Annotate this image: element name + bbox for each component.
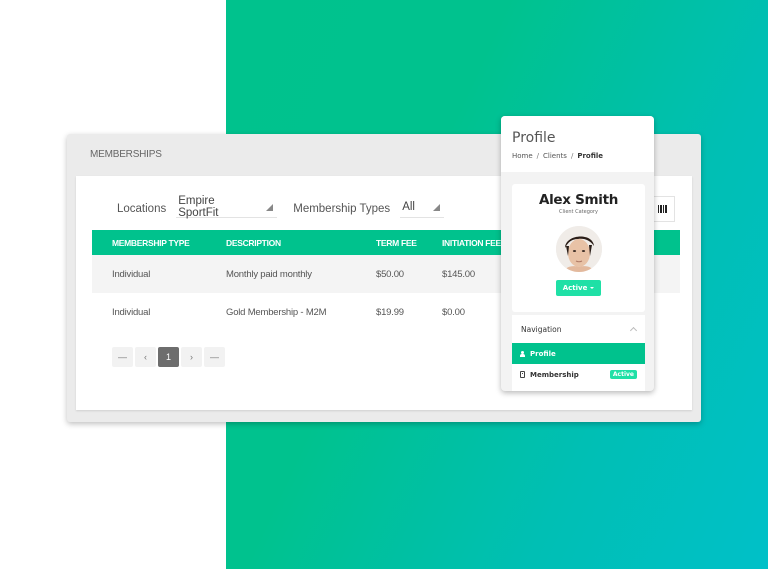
breadcrumb-separator: /	[536, 152, 540, 160]
breadcrumb-current: Profile	[577, 152, 604, 160]
cell-type: Individual	[92, 255, 206, 293]
locations-select[interactable]: Empire SportFit	[176, 195, 278, 219]
navigation-header[interactable]: Navigation	[512, 315, 645, 343]
caret-down-icon	[590, 287, 595, 289]
breadcrumb-separator: /	[570, 152, 574, 160]
breadcrumb-clients[interactable]: Clients	[543, 152, 567, 160]
profile-title: Profile	[512, 130, 556, 146]
id-card-icon	[520, 371, 525, 378]
prev-page-button[interactable]: ‹	[135, 347, 156, 367]
client-name: Alex Smith	[538, 192, 619, 208]
profile-header: Profile Home / Clients / Profile	[501, 116, 654, 172]
client-card: Alex Smith Client Category Active	[512, 184, 645, 312]
status-dropdown-button[interactable]: Active	[555, 280, 602, 296]
person-icon	[520, 350, 525, 357]
nav-item-label: Profile	[530, 349, 556, 358]
header-term-fee[interactable]: TERM FEE	[356, 230, 422, 255]
membership-types-value: All	[402, 201, 415, 213]
pagination: — ‹ 1 › —	[112, 347, 225, 367]
chevron-up-icon[interactable]	[629, 326, 638, 335]
locations-label: Locations	[117, 203, 167, 215]
cell-description: Monthly paid monthly	[206, 255, 356, 293]
cell-term-fee: $19.99	[376, 306, 404, 318]
cell-description: Gold Membership - M2M	[226, 306, 327, 318]
membership-types-label: Membership Types	[293, 203, 391, 215]
last-page-button[interactable]: —	[204, 347, 225, 367]
profile-navigation: Navigation Profile Membership Active	[512, 315, 645, 391]
membership-types-select[interactable]: All	[400, 200, 445, 218]
header-membership-type[interactable]: MEMBERSHIP TYPE	[92, 230, 206, 255]
cell-type: Individual	[112, 306, 151, 318]
navigation-title: Navigation	[521, 324, 562, 334]
filters-bar: Locations Empire SportFit Membership Typ…	[117, 195, 460, 219]
avatar-photo	[555, 226, 602, 272]
locations-value: Empire SportFit	[178, 195, 219, 219]
status-badge: Active	[609, 370, 637, 379]
nav-item-profile[interactable]: Profile	[512, 343, 645, 364]
nav-item-membership[interactable]: Membership Active	[512, 364, 645, 385]
current-page-button[interactable]: 1	[158, 347, 179, 367]
breadcrumb: Home / Clients / Profile	[512, 152, 603, 160]
breadcrumb-home[interactable]: Home	[512, 152, 533, 160]
status-label: Active	[562, 284, 588, 292]
panel-title: MEMBERSHIPS	[90, 149, 162, 160]
next-page-button[interactable]: ›	[181, 347, 202, 367]
avatar	[555, 226, 602, 272]
first-page-button[interactable]: —	[112, 347, 133, 367]
cell-term-fee: $50.00	[356, 255, 422, 293]
header-description[interactable]: DESCRIPTION	[206, 230, 356, 255]
dropdown-triangle-icon	[433, 203, 441, 211]
barcode-icon	[657, 205, 667, 213]
profile-card: Profile Home / Clients / Profile Alex Sm…	[501, 116, 654, 391]
client-category: Client Category	[559, 209, 598, 215]
nav-item-label: Membership	[530, 370, 579, 379]
dropdown-triangle-icon	[266, 203, 274, 211]
